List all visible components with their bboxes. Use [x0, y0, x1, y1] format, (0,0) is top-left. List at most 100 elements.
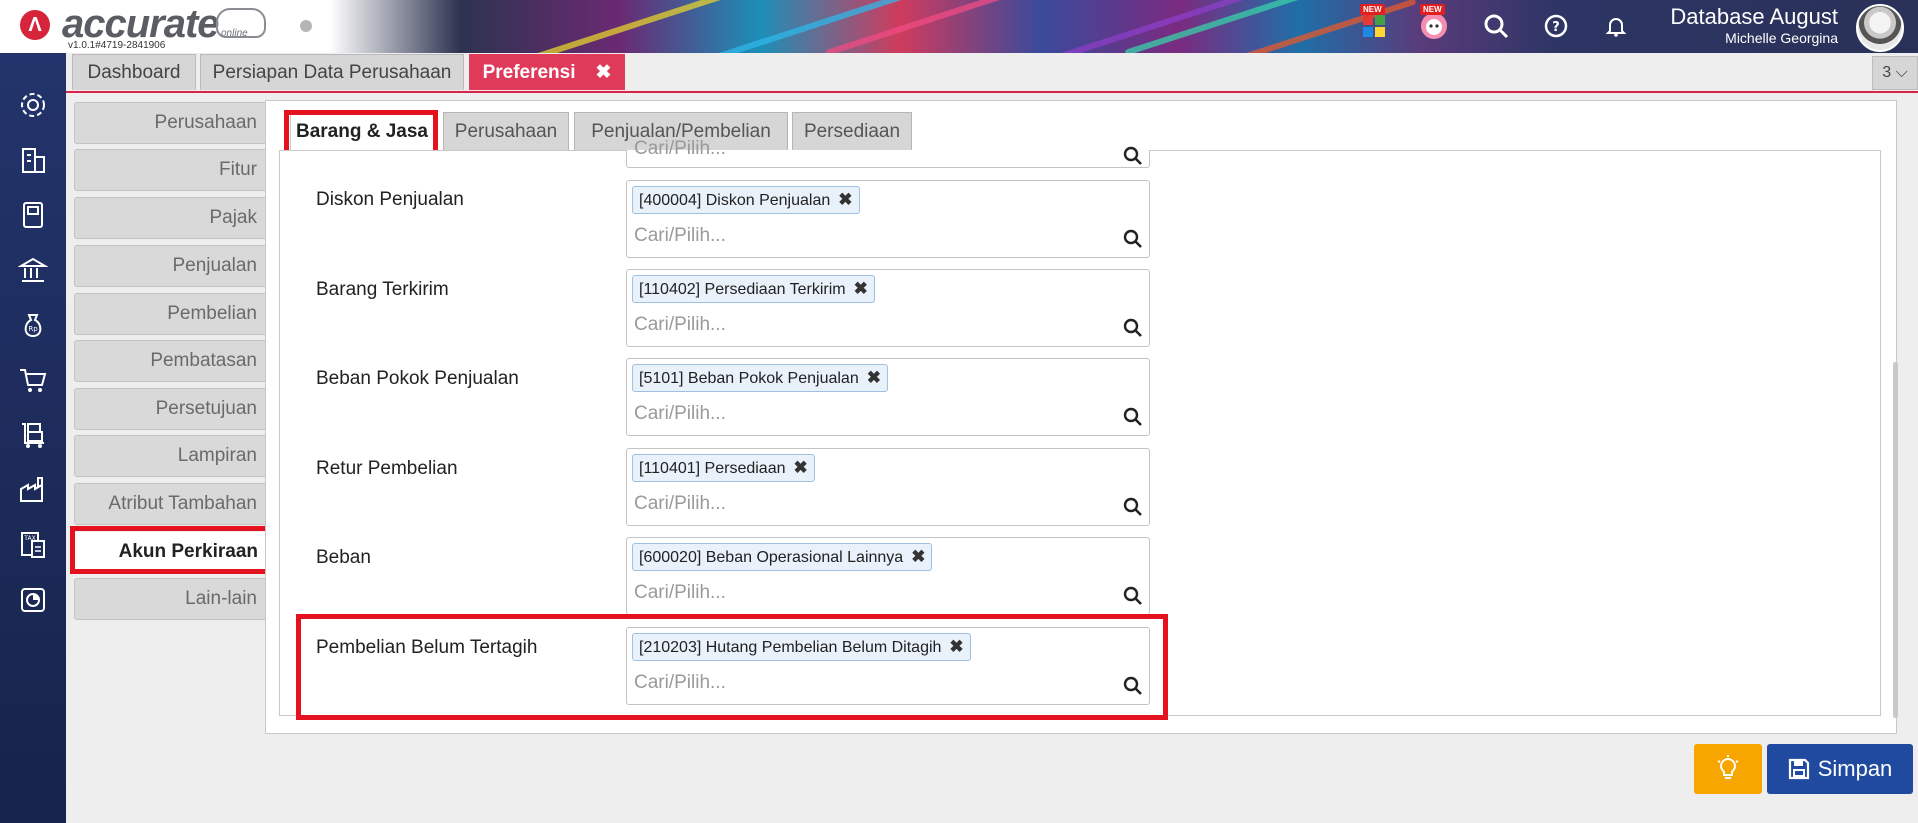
field-placeholder: Cari/Pilih...	[634, 225, 726, 246]
module-sidebar: Rp TAX	[0, 53, 66, 823]
bank-nav-button[interactable]	[17, 254, 49, 286]
save-button-label: Simpan	[1817, 756, 1893, 781]
field-retur-pembelian[interactable]: [110401] Persediaan ✖ Cari/Pilih...	[626, 448, 1150, 526]
tax-nav-button[interactable]: TAX	[17, 529, 49, 561]
purchase-nav-button[interactable]	[17, 419, 49, 451]
tab-count-dropdown[interactable]: 3 ⌵	[1872, 56, 1918, 90]
pref-item-lain-lain[interactable]: Lain-lain	[74, 578, 266, 620]
search-icon[interactable]	[1123, 497, 1143, 517]
pref-item-pembelian[interactable]: Pembelian	[74, 293, 266, 335]
search-icon[interactable]	[1123, 229, 1143, 249]
gear-icon	[21, 93, 45, 117]
subtab-persediaan[interactable]: Persediaan	[792, 112, 912, 150]
chip-remove-icon[interactable]: ✖	[911, 547, 925, 566]
account-chip: [600020] Beban Operasional Lainnya ✖	[632, 543, 933, 571]
chip-remove-icon[interactable]: ✖	[867, 368, 881, 387]
search-button[interactable]	[1480, 10, 1512, 42]
pref-item-lampiran[interactable]: Lampiran	[74, 435, 266, 477]
label-retur-pembelian: Retur Pembelian	[316, 458, 458, 479]
field-beban-pokok-penjualan[interactable]: [5101] Beban Pokok Penjualan ✖ Cari/Pilih…	[626, 358, 1150, 436]
inventory-nav-button[interactable]	[17, 474, 49, 506]
accurate-logo[interactable]: Λ accurate online v1.0.1#4719-2841906	[16, 2, 316, 52]
ledger-nav-button[interactable]	[17, 199, 49, 231]
database-name[interactable]: Database August	[1670, 4, 1838, 30]
svg-text:Rp: Rp	[28, 325, 38, 333]
bell-icon	[1605, 18, 1627, 37]
pref-item-persetujuan[interactable]: Persetujuan	[74, 388, 266, 430]
tab-persiapan-data-perusahaan[interactable]: Persiapan Data Perusahaan	[200, 54, 464, 90]
label-barang-terkirim: Barang Terkirim	[316, 279, 449, 300]
lightbulb-icon	[1717, 755, 1739, 779]
pref-item-fitur[interactable]: Fitur	[74, 149, 266, 191]
money-bag-nav-button[interactable]: Rp	[17, 309, 49, 341]
company-nav-button[interactable]	[17, 144, 49, 176]
pref-item-pembatasan[interactable]: Pembatasan	[74, 340, 266, 382]
search-icon[interactable]	[1123, 146, 1143, 166]
new-badge: NEW	[1360, 4, 1385, 15]
tips-button[interactable]	[1694, 744, 1762, 794]
settings-nav-button[interactable]	[17, 89, 49, 121]
chip-remove-icon[interactable]: ✖	[793, 458, 807, 477]
search-icon[interactable]	[1123, 586, 1143, 606]
chip-remove-icon[interactable]: ✖	[854, 279, 868, 298]
field-placeholder: Cari/Pilih...	[634, 403, 726, 424]
mascot-icon	[1421, 13, 1447, 39]
tab-dashboard[interactable]: Dashboard	[72, 54, 196, 90]
field-beban[interactable]: [600020] Beban Operasional Lainnya ✖ Cari…	[626, 537, 1150, 615]
account-field-partial[interactable]: Cari/Pilih...	[626, 138, 1150, 168]
field-placeholder: Cari/Pilih...	[634, 582, 726, 603]
svg-text:?: ?	[1552, 20, 1560, 35]
pref-item-atribut-tambahan[interactable]: Atribut Tambahan	[74, 483, 266, 525]
logo-online-text: online	[221, 28, 248, 39]
pref-item-pajak[interactable]: Pajak	[74, 197, 266, 239]
chip-remove-icon[interactable]: ✖	[838, 190, 852, 209]
account-chip: [400004] Diskon Penjualan ✖	[632, 186, 860, 214]
label-beban: Beban	[316, 547, 371, 568]
mascot-button[interactable]: NEW	[1418, 4, 1450, 42]
pref-item-penjualan[interactable]: Penjualan	[74, 245, 266, 287]
pie-chart-icon	[21, 588, 45, 612]
content-scrollbar[interactable]	[1893, 362, 1898, 718]
search-icon[interactable]	[1123, 407, 1143, 427]
avatar[interactable]	[1856, 4, 1904, 52]
notifications-button[interactable]	[1600, 10, 1632, 42]
tab-close-icon[interactable]: ✖	[596, 62, 612, 83]
sales-nav-button[interactable]	[17, 364, 49, 396]
tab-label: Preferensi	[482, 62, 576, 83]
field-placeholder: Cari/Pilih...	[634, 138, 726, 159]
chip-label: [400004] Diskon Penjualan	[639, 192, 831, 209]
floppy-disk-icon	[1788, 758, 1809, 780]
label-beban-pokok-penjualan: Beban Pokok Penjualan	[316, 368, 519, 389]
status-dot	[300, 20, 312, 32]
bank-icon	[18, 257, 48, 282]
app-version: v1.0.1#4719-2841906	[68, 40, 166, 51]
building-icon	[22, 148, 45, 173]
subtab-perusahaan[interactable]: Perusahaan	[443, 112, 569, 150]
account-chip: [110401] Persediaan ✖	[632, 454, 815, 482]
save-button[interactable]: Simpan	[1767, 744, 1913, 794]
pref-item-perusahaan[interactable]: Perusahaan	[74, 102, 266, 144]
report-nav-button[interactable]	[17, 584, 49, 616]
tab-preferensi[interactable]: Preferensi ✖	[469, 54, 625, 90]
field-barang-terkirim[interactable]: [110402] Persediaan Terkirim ✖ Cari/Pilih…	[626, 269, 1150, 347]
trolley-icon	[22, 423, 44, 448]
help-button[interactable]: ?	[1540, 10, 1572, 42]
tax-document-icon: TAX	[21, 532, 45, 558]
search-icon[interactable]	[1123, 318, 1143, 338]
chip-label: [600020] Beban Operasional Lainnya	[639, 549, 904, 566]
user-name[interactable]: Michelle Georgina	[1725, 30, 1838, 46]
main-tab-strip: Dashboard Persiapan Data Perusahaan Pref…	[66, 53, 1918, 93]
chip-label: [5101] Beban Pokok Penjualan	[639, 370, 859, 387]
search-icon	[1484, 14, 1509, 39]
svg-text:TAX: TAX	[23, 535, 35, 542]
new-badge: NEW	[1420, 4, 1445, 15]
akun-perkiraan-highlight	[70, 526, 280, 574]
tab-label: Dashboard	[87, 62, 181, 83]
apps-grid-button[interactable]: NEW	[1358, 4, 1390, 42]
money-bag-icon: Rp	[24, 314, 42, 338]
field-diskon-penjualan[interactable]: [400004] Diskon Penjualan ✖ Cari/Pilih...	[626, 180, 1150, 258]
apps-grid-icon	[1363, 15, 1385, 37]
account-chip: [110402] Persediaan Terkirim ✖	[632, 275, 875, 303]
account-chip: [5101] Beban Pokok Penjualan ✖	[632, 364, 888, 392]
help-icon: ?	[1544, 14, 1568, 38]
